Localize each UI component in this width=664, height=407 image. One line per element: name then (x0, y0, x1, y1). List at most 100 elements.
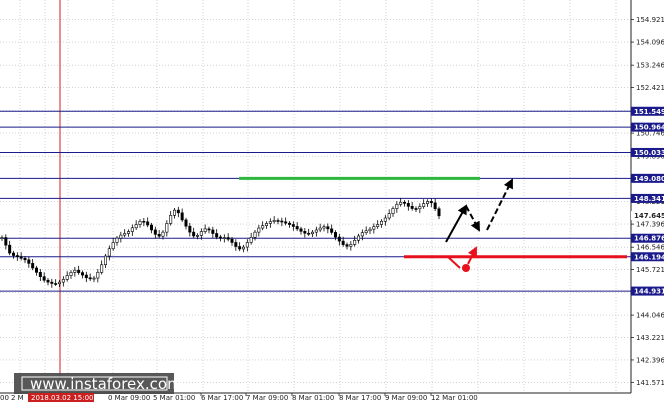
time-tick-label: 9 Mar 09:00 (385, 394, 427, 402)
time-tick-label: 8 Mar 01:00 (292, 394, 334, 402)
candle-body (345, 244, 349, 247)
candle-body (54, 283, 58, 285)
candle-body (264, 223, 268, 226)
candle-body (284, 221, 288, 224)
candle-body (81, 272, 85, 276)
price-chart: 154.921154.096153.246152.421151.571150.7… (0, 0, 664, 402)
candle-body (422, 203, 426, 207)
level-lines (0, 110, 631, 292)
candle-body (61, 279, 65, 283)
candle-body (192, 231, 196, 237)
candle-body (353, 239, 357, 245)
candle-body (379, 220, 383, 225)
candle-body (226, 237, 230, 240)
candle-body (115, 237, 119, 243)
level-label-text: 146.194 (634, 253, 664, 261)
candle-body (341, 240, 345, 245)
candle-body (100, 264, 104, 273)
candle-body (429, 201, 433, 204)
candle-body (360, 232, 364, 237)
price-tick-label: 146.546 (636, 244, 664, 252)
forecast-red-point (462, 264, 470, 272)
candle-body (96, 272, 100, 279)
candle-body (307, 232, 311, 235)
candle-body (69, 272, 73, 276)
candle-body (395, 204, 399, 209)
price-tick-label: 154.921 (636, 16, 664, 24)
candle-body (337, 236, 341, 242)
price-tick-label: 141.571 (636, 379, 664, 387)
candle-body (249, 237, 253, 243)
candle-body (383, 217, 387, 222)
time-tick-label: 2 M (11, 394, 24, 402)
candle-body (19, 256, 23, 259)
price-tick-label: 144.046 (636, 312, 664, 320)
candle-body (77, 269, 81, 273)
level-label-text: 146.876 (634, 235, 664, 243)
candle-body (142, 220, 146, 223)
level-label-text: 151.549 (634, 108, 664, 116)
time-tick-label: 00 (0, 394, 9, 402)
current-price-label: 147.645 (631, 211, 664, 220)
candle-body (42, 276, 46, 281)
candle-body (257, 227, 261, 233)
candle-body (127, 231, 131, 234)
price-tick-label: 153.246 (636, 62, 664, 70)
candle-body (161, 231, 165, 237)
candle-body (34, 267, 38, 273)
candle-body (364, 230, 368, 233)
candle-body (84, 274, 88, 279)
candle-body (157, 234, 161, 237)
candle-body (46, 279, 50, 283)
candle-body (326, 226, 330, 230)
candle-body (276, 220, 280, 222)
candle-body (12, 252, 16, 256)
price-tick-label: 152.421 (636, 84, 664, 92)
candle-body (146, 221, 150, 226)
price-tick-label: 147.396 (636, 221, 664, 229)
candle-body (402, 201, 406, 204)
candle-body (138, 220, 142, 225)
candle-body (196, 235, 200, 237)
candle-body (0, 237, 4, 239)
candle-body (245, 242, 249, 248)
forecast-arrow-down-1 (465, 205, 480, 232)
candle-body (57, 281, 61, 285)
candle-body (410, 206, 414, 209)
highlighted-time-label: 2018.03.02 15:00 (28, 393, 94, 402)
candle-body (31, 263, 35, 269)
time-tick-label: 12 Mar 01:00 (431, 394, 478, 402)
candles (0, 197, 441, 288)
candle-body (180, 212, 184, 221)
level-label-text: 149.080 (634, 175, 664, 183)
candle-body (349, 244, 353, 247)
candle-body (268, 221, 272, 224)
candle-body (165, 223, 169, 233)
price-tick-label: 143.221 (636, 334, 664, 342)
highlighted-time-text: 2018.03.02 15:00 (31, 394, 93, 402)
candle-body (333, 232, 337, 238)
time-tick-label: 5 Mar 01:00 (153, 394, 195, 402)
candle-body (322, 226, 326, 229)
candle-body (23, 257, 27, 261)
candle-body (230, 238, 234, 243)
time-tick-label: 6 Mar 17:00 (201, 394, 243, 402)
candle-body (253, 231, 257, 238)
price-tick-label: 154.096 (636, 39, 664, 47)
candle-body (387, 213, 391, 219)
candle-body (50, 281, 54, 284)
candle-body (303, 231, 307, 234)
candle-body (368, 228, 372, 232)
candle-body (27, 259, 31, 264)
candle-body (88, 277, 92, 280)
candle-body (414, 208, 418, 210)
candle-body (425, 201, 429, 204)
candle-body (295, 226, 299, 230)
level-label-text: 150.033 (634, 149, 664, 157)
candle-body (199, 231, 203, 236)
candle-body (418, 206, 422, 210)
candle-body (203, 228, 207, 232)
candle-body (111, 242, 115, 250)
candle-body (242, 246, 246, 250)
candle-body (299, 228, 303, 232)
